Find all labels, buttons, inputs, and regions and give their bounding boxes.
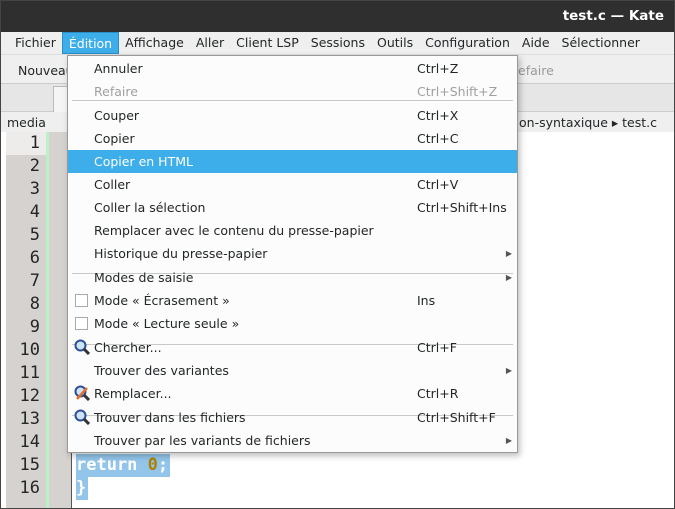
menu-2[interactable]: Affichage [119, 32, 190, 54]
line-number: 8 [29, 294, 40, 314]
line-number: 11 [19, 363, 40, 383]
menu-item[interactable]: Historique du presse-papier ▶ [68, 242, 517, 265]
menu-item-shortcut: Ins [417, 293, 436, 308]
line-number-gutter: 1 2 3 4 5 6 7 8 9 10 11 12 13 14 15 16 [6, 132, 46, 508]
menu-item-label: Remplacer... [94, 386, 172, 401]
menu-item[interactable]: Mode « Lecture seule » [68, 312, 517, 335]
menu-item-label: Copier [94, 131, 135, 146]
line-number: 12 [19, 386, 40, 406]
submenu-arrow-icon: ▶ [505, 436, 512, 445]
menu-7[interactable]: Configuration [419, 32, 516, 54]
menu-bar: Fichier Édition Affichage Aller Client LSP Se… [1, 32, 674, 54]
menu-item-shortcut: Ctrl+Z [417, 61, 459, 76]
menu-item-label: Trouver des variantes [94, 363, 229, 378]
menu-6[interactable]: Outils [371, 32, 419, 54]
menu-9[interactable]: Sélectionner [556, 32, 646, 54]
menu-item[interactable]: Trouver dans les fichiers Ctrl+Shift+F [68, 406, 517, 429]
menu-item-label: Mode « Lecture seule » [94, 316, 240, 331]
menu-item-shortcut: Ctrl+F [417, 340, 457, 355]
menu-5[interactable]: Sessions [305, 32, 371, 54]
menu-item-shortcut: Ctrl+Shift+Z [417, 84, 498, 99]
menu-3[interactable]: Aller [190, 32, 230, 54]
menu-item-label: Chercher... [94, 340, 162, 355]
menu-item-shortcut: Ctrl+X [417, 108, 459, 123]
menu-item-label: Mode « Écrasement » [94, 293, 230, 308]
menu-item-label: Annuler [94, 61, 143, 76]
menu-item[interactable]: Modes de saisie ▶ [68, 266, 517, 289]
menu-item[interactable]: Copier Ctrl+C [68, 127, 517, 150]
semicolon: ; [157, 455, 169, 475]
menu-item[interactable]: Refaire Ctrl+Shift+Z [68, 80, 517, 103]
new-button[interactable]: Nouveau [18, 63, 74, 78]
menu-4[interactable]: Client LSP [230, 32, 305, 54]
search-icon [74, 339, 91, 356]
menu-item[interactable]: Remplacer avec le contenu du presse-papi… [68, 219, 517, 242]
breadcrumb-media[interactable]: media [7, 115, 46, 130]
line-number: 10 [19, 340, 40, 360]
menu-item-label: Couper [94, 108, 140, 123]
submenu-arrow-icon: ▶ [505, 249, 512, 258]
line-number: 1 [6, 132, 46, 155]
menu-item[interactable]: Remplacer... Ctrl+R [68, 382, 517, 405]
menu-item[interactable]: Chercher... Ctrl+F [68, 336, 517, 359]
menu-item-label: Remplacer avec le contenu du presse-papi… [94, 223, 374, 238]
menu-item[interactable]: Trouver des variantes ▶ [68, 359, 517, 382]
line-number: 6 [29, 248, 40, 268]
menu-item-label: Historique du presse-papier [94, 246, 268, 261]
menu-item-shortcut: Ctrl+Shift+F [417, 410, 496, 425]
menu-item-label: Copier en HTML [94, 154, 193, 169]
menu-item-label: Modes de saisie [94, 270, 194, 285]
line-number: 3 [29, 179, 40, 199]
search-icon [74, 409, 91, 426]
title-bar: test.c — Kate [1, 1, 674, 32]
line-number: 9 [29, 317, 40, 337]
line-number: 15 [19, 455, 40, 475]
menu-item-label: Refaire [94, 84, 138, 99]
menu-item[interactable]: Mode « Écrasement » Ins [68, 289, 517, 312]
line-number: 4 [29, 202, 40, 222]
line-number: 2 [29, 156, 40, 176]
menu-item[interactable]: Couper Ctrl+X [68, 104, 517, 127]
menu-1[interactable]: Édition [61, 32, 120, 54]
line-number: 13 [19, 409, 40, 429]
menu-item-label: Coller [94, 177, 131, 192]
code-line-15: return 0; [76, 454, 171, 477]
line-number: 16 [19, 478, 40, 498]
menu-item-label: Coller la sélection [94, 200, 206, 215]
checkbox[interactable] [75, 294, 88, 307]
checkbox[interactable] [75, 317, 88, 330]
menu-item[interactable]: Coller Ctrl+V [68, 173, 517, 196]
menu-8[interactable]: Aide [516, 32, 556, 54]
menu-item[interactable]: Annuler Ctrl+Z [68, 57, 517, 80]
breadcrumb-file[interactable]: on-syntaxique ▸ test.c [519, 115, 657, 130]
kate-window: test.c — Kate Fichier Édition Affichage All… [0, 0, 675, 509]
line-number: 14 [19, 432, 40, 452]
menu-0[interactable]: Fichier [9, 32, 62, 54]
menu-item[interactable]: Trouver par les variants de fichiers ▶ [68, 429, 517, 452]
submenu-arrow-icon: ▶ [505, 366, 512, 375]
menu-item-label: Trouver dans les fichiers [94, 410, 246, 425]
menu-item-shortcut: Ctrl+Shift+Ins [417, 200, 507, 215]
menu-item-label: Trouver par les variants de fichiers [94, 433, 311, 448]
submenu-arrow-icon: ▶ [505, 273, 512, 282]
replace-icon [74, 385, 91, 402]
menu-item-shortcut: Ctrl+C [417, 131, 459, 146]
code-line-16: } [76, 477, 89, 500]
edit-menu-dropdown: Annuler Ctrl+Z Refaire Ctrl+Shift+Z Couper Ct… [67, 55, 518, 453]
menu-item[interactable]: Copier en HTML [68, 150, 517, 173]
number-literal: 0 [147, 455, 158, 475]
menu-item[interactable]: Coller la sélection Ctrl+Shift+Ins [68, 196, 517, 219]
keyword: return [76, 455, 138, 475]
menu-item-shortcut: Ctrl+R [417, 386, 459, 401]
line-number: 5 [29, 225, 40, 245]
redo-button[interactable]: efaire [518, 63, 554, 78]
menu-item-shortcut: Ctrl+V [417, 177, 459, 192]
line-number: 7 [29, 271, 40, 291]
